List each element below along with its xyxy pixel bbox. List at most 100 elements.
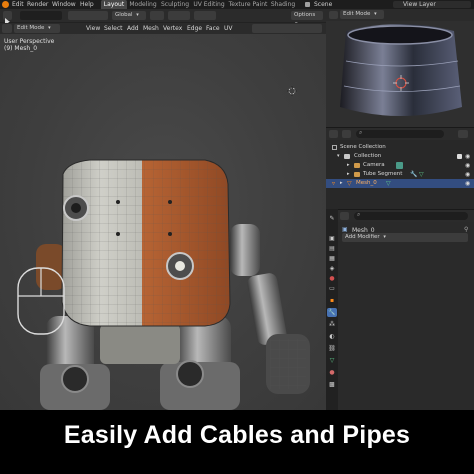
outliner-label: Scene Collection <box>340 144 386 150</box>
properties-editor[interactable]: ⌕ ▣ Mesh_0 ⚲ Add Modifier ▾ <box>326 209 474 410</box>
outliner-row-camera[interactable]: ▸ Camera ◉ <box>326 161 474 170</box>
data-tab-icon[interactable]: ▽ <box>327 356 337 365</box>
menu-edit[interactable]: Edit <box>12 0 24 9</box>
top-menu-bar: Edit Render Window Help Layout Modeling … <box>0 0 474 9</box>
menu-window[interactable]: Window <box>52 0 76 9</box>
checkbox-icon[interactable] <box>457 154 462 159</box>
filter-funnel-icon[interactable] <box>458 130 468 138</box>
render-tab-icon[interactable]: ▣ <box>327 234 337 243</box>
constraints-tab-icon[interactable]: ⛓ <box>327 344 337 353</box>
camera-icon <box>354 163 360 168</box>
3d-viewport[interactable]: User Perspective (9) Mesh_0 <box>0 34 326 410</box>
menu-select[interactable]: Select <box>104 25 123 32</box>
properties-header: ⌕ <box>338 210 474 222</box>
material-tab-icon[interactable]: ● <box>327 368 337 377</box>
triangle-icon: ▽ <box>347 180 352 187</box>
tab-texture-paint[interactable]: Texture Paint <box>228 0 268 9</box>
outliner-row-mesh-0[interactable]: ▿ ▸ ▽ Mesh_0 ▽ ◉ <box>326 179 474 188</box>
tab-uv-editing[interactable]: UV Editing <box>192 0 226 9</box>
editor-type-icon[interactable] <box>329 11 338 19</box>
menu-mesh[interactable]: Mesh <box>143 25 159 32</box>
outliner-label: Tube Segment <box>363 171 403 177</box>
outliner-label: Collection <box>354 153 382 159</box>
editor-type-icon[interactable] <box>329 130 338 138</box>
world-tab-icon[interactable]: ● <box>327 274 337 283</box>
output-tab-icon[interactable]: ▤ <box>327 244 337 253</box>
outliner-search-input[interactable]: ⌕ <box>356 129 444 138</box>
outliner-header: ⌕ <box>326 128 474 140</box>
outliner-row-scene-collection[interactable]: Scene Collection <box>326 143 474 152</box>
tab-modeling[interactable]: Modeling <box>128 0 158 9</box>
mesh-object-icon: ▿ <box>332 180 336 187</box>
robot-mesh[interactable] <box>0 34 326 410</box>
gizmo-buttons[interactable] <box>20 11 62 20</box>
properties-tabs: ✎ ▣ ▤ ▦ ◈ ● ▭ ▪ 🔧 ⁂ ◐ ⛓ ▽ ● ▩ <box>326 209 338 410</box>
menu-face[interactable]: Face <box>206 25 220 32</box>
outliner-label: Camera <box>363 162 385 168</box>
menu-vertex[interactable]: Vertex <box>163 25 182 32</box>
preview-mode-dropdown[interactable]: Edit Mode ▾ <box>340 10 384 19</box>
physics-tab-icon[interactable]: ◐ <box>327 332 337 341</box>
scene-icon <box>305 2 310 7</box>
scene-collection-icon <box>332 145 337 150</box>
texture-tab-icon[interactable]: ▩ <box>327 380 337 389</box>
preview-header: Edit Mode ▾ <box>326 9 474 21</box>
modifier-wrench-icon: 🔧 <box>410 171 418 178</box>
view-layer-tab-icon[interactable]: ▦ <box>327 254 337 263</box>
tab-sculpting[interactable]: Sculpting <box>160 0 190 9</box>
scene-tab-icon[interactable]: ◈ <box>327 264 337 273</box>
chevron-down-icon[interactable]: ▾ <box>337 152 340 161</box>
tool-tab-icon[interactable]: ✎ <box>327 214 337 223</box>
properties-search-input[interactable]: ⌕ <box>354 211 468 220</box>
particles-tab-icon[interactable]: ⁂ <box>327 320 337 329</box>
blender-logo-icon[interactable] <box>2 1 9 8</box>
menu-help[interactable]: Help <box>80 0 94 9</box>
mode-icons[interactable] <box>68 11 108 20</box>
options-label: Options <box>294 12 316 18</box>
options-dropdown[interactable]: Options ▾ <box>291 11 323 27</box>
modifier-tab-icon[interactable]: 🔧 <box>327 308 337 317</box>
menu-view[interactable]: View <box>86 25 100 32</box>
collection-tab-icon[interactable]: ▭ <box>327 284 337 293</box>
menu-add[interactable]: Add <box>127 25 139 32</box>
proportional-edit-button[interactable] <box>194 11 216 20</box>
transform-orientation-dropdown[interactable]: Global ▾ <box>112 11 146 20</box>
chevron-right-icon[interactable]: ▸ <box>347 170 350 179</box>
outliner-row-tube-segment[interactable]: ▸ Tube Segment 🔧 ▽ ◉ <box>326 170 474 179</box>
outliner-row-collection[interactable]: ▾ Collection ◉ <box>326 152 474 161</box>
eye-icon[interactable]: ◉ <box>465 152 470 161</box>
outliner-label: Mesh_0 <box>356 180 377 186</box>
menu-render[interactable]: Render <box>27 0 48 9</box>
menu-uv[interactable]: UV <box>224 25 233 32</box>
tab-layout[interactable]: Layout <box>101 0 127 9</box>
object-tab-icon[interactable]: ▪ <box>327 296 337 305</box>
filter-icon[interactable] <box>342 130 351 138</box>
wrench-icon: ▣ <box>342 226 348 233</box>
overlay-buttons[interactable] <box>252 24 322 33</box>
select-tool-icon[interactable] <box>3 11 12 25</box>
camera-preview-editor[interactable]: Edit Mode ▾ <box>326 9 474 127</box>
chevron-down-icon: ▾ <box>383 234 386 240</box>
outliner[interactable]: ⌕ Scene Collection ▾ Collection ◉ ▸ Came… <box>326 127 474 209</box>
snap-button[interactable] <box>168 11 190 20</box>
orientation-label: Global <box>115 12 133 18</box>
scene-selector[interactable]: Scene <box>314 0 332 9</box>
pin-icon[interactable]: ⚲ <box>464 226 468 233</box>
pipe-preview-render <box>326 21 474 127</box>
editor-type-icon[interactable] <box>2 24 12 33</box>
eye-icon[interactable]: ◉ <box>465 161 470 170</box>
eye-icon[interactable]: ◉ <box>465 170 470 179</box>
mode-dropdown[interactable]: Edit Mode ▾ <box>14 24 60 33</box>
chevron-right-icon[interactable]: ▸ <box>347 161 350 170</box>
search-icon: ⌕ <box>359 129 363 136</box>
chevron-right-icon[interactable]: ▸ <box>340 179 343 188</box>
tab-shading[interactable]: Shading <box>269 0 297 9</box>
pivot-button[interactable] <box>150 11 164 20</box>
camera-data-icon <box>396 162 403 169</box>
eye-icon[interactable]: ◉ <box>465 179 470 188</box>
editor-type-icon[interactable] <box>340 212 349 220</box>
add-modifier-dropdown[interactable]: Add Modifier ▾ <box>342 233 468 242</box>
mesh-data-icon: ▽ <box>386 180 391 187</box>
menu-edge[interactable]: Edge <box>187 25 202 32</box>
view-layer-label: View Layer <box>403 1 436 8</box>
